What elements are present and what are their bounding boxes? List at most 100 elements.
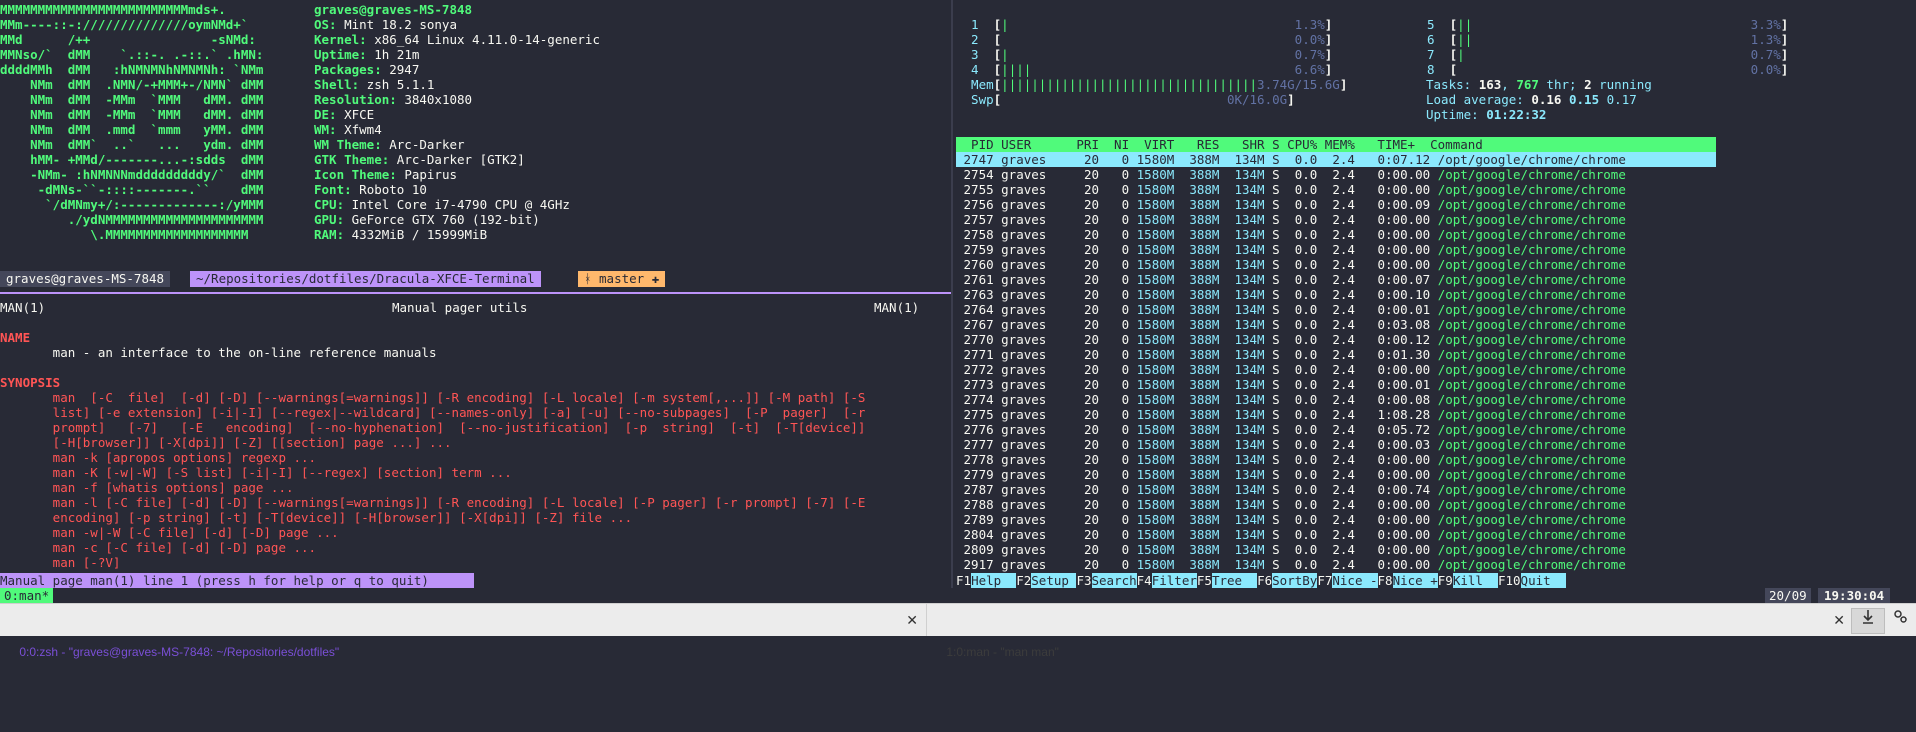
process-row[interactable]: 2755 graves 20 0 1580M 388M 134M S 0.0 2… [956, 182, 1626, 197]
neofetch-info-row: CPU: Intel Core i7-4790 CPU @ 4GHz [314, 197, 570, 212]
process-shr: 134M [1226, 437, 1273, 452]
process-row[interactable]: 2788 graves 20 0 1580M 388M 134M S 0.0 2… [956, 497, 1626, 512]
htop-pane[interactable]: 1 [| 1.3%] 2 [ 0.0%] 3 [| 0.7%] 4 [|||| … [956, 0, 1916, 588]
process-row[interactable]: 2758 graves 20 0 1580M 388M 134M S 0.0 2… [956, 227, 1626, 242]
process-ni: 0 [1106, 212, 1137, 227]
process-row[interactable]: 2917 graves 20 0 1580M 388M 134M S 0.0 2… [956, 557, 1626, 572]
process-cpu: 0.0 [1287, 467, 1325, 482]
man-pane[interactable]: MAN(1) Manual pager utils MAN(1) NAME ma… [0, 290, 950, 588]
process-shr: 134M [1226, 557, 1273, 572]
process-row[interactable]: 2747 graves 20 0 1580M 388M 134M S 0.0 2… [956, 152, 1626, 167]
close-icon[interactable]: ✕ [1833, 604, 1845, 636]
process-mem: 2.4 [1324, 377, 1363, 392]
cpu-meter-percent: 6.6% [1279, 62, 1325, 77]
process-shr: 134M [1226, 197, 1273, 212]
tasks-summary: Tasks: 163, 767 thr; 2 running [1426, 77, 1652, 92]
process-row[interactable]: 2804 graves 20 0 1580M 388M 134M S 0.0 2… [956, 527, 1626, 542]
process-row[interactable]: 2767 graves 20 0 1580M 388M 134M S 0.0 2… [956, 317, 1626, 332]
htop-fkey-f10[interactable]: F10Quit [1498, 573, 1566, 588]
close-icon[interactable]: ✕ [906, 604, 918, 636]
process-time: 0:00.03 [1362, 437, 1438, 452]
prompt-path: ~/Repositories/dotfiles/Dracula-XFCE-Ter… [190, 271, 541, 287]
process-virt: 1580M [1136, 242, 1182, 257]
fkey-number: F9 [1437, 573, 1453, 588]
uptime: Uptime: 01:22:32 [1426, 107, 1546, 122]
process-table-header[interactable]: PID USER PRI NI VIRT RES SHR S CPU% MEM%… [956, 137, 1716, 152]
process-row[interactable]: 2754 graves 20 0 1580M 388M 134M S 0.0 2… [956, 167, 1626, 182]
process-user: graves [1001, 467, 1077, 482]
process-cpu: 0.0 [1287, 242, 1325, 257]
cpu-meter-bar: | [1001, 47, 1280, 62]
process-row[interactable]: 2787 graves 20 0 1580M 388M 134M S 0.0 2… [956, 482, 1626, 497]
man-name-text: man - an interface to the on-line refere… [0, 345, 437, 360]
process-row[interactable]: 2772 graves 20 0 1580M 388M 134M S 0.0 2… [956, 362, 1626, 377]
tmux-window-tab[interactable]: 0:man* [0, 588, 54, 603]
htop-fkey-f4[interactable]: F4Filter [1137, 573, 1197, 588]
process-time: 0:00.00 [1362, 257, 1438, 272]
process-row[interactable]: 2756 graves 20 0 1580M 388M 134M S 0.0 2… [956, 197, 1626, 212]
process-row[interactable]: 2774 graves 20 0 1580M 388M 134M S 0.0 2… [956, 392, 1626, 407]
process-row[interactable]: 2771 graves 20 0 1580M 388M 134M S 0.0 2… [956, 347, 1626, 362]
cpu-meter-bracket-close: ] [1780, 47, 1789, 62]
htop-fkey-f1[interactable]: F1Help [956, 573, 1017, 588]
process-row[interactable]: 2778 graves 20 0 1580M 388M 134M S 0.0 2… [956, 452, 1626, 467]
neofetch-info-key: Uptime: [314, 47, 367, 62]
taskbar-item-man[interactable]: 1:0:man - "man man" ✕ [926, 604, 1853, 659]
cpu-meter-number: 4 [956, 62, 994, 77]
htop-fkey-f6[interactable]: F6SortBy [1257, 573, 1318, 588]
process-virt: 1580M [1136, 317, 1182, 332]
process-row[interactable]: 2757 graves 20 0 1580M 388M 134M S 0.0 2… [956, 212, 1626, 227]
neofetch-pane[interactable]: MMMMMMMMMMMMMMMMMMMMMMMMMmds+. MMm----::-… [0, 0, 950, 270]
process-shr: 134M [1226, 347, 1273, 362]
process-row[interactable]: 2760 graves 20 0 1580M 388M 134M S 0.0 2… [956, 257, 1626, 272]
process-row[interactable]: 2776 graves 20 0 1580M 388M 134M S 0.0 2… [956, 422, 1626, 437]
process-row[interactable]: 2775 graves 20 0 1580M 388M 134M S 0.0 2… [956, 407, 1626, 422]
process-cmd: /opt/google/chrome/chrome [1437, 557, 1626, 572]
pane-divider-vertical[interactable] [951, 0, 953, 588]
process-cmd: /opt/google/chrome/chrome [1437, 257, 1626, 272]
neofetch-info-key: OS: [314, 17, 337, 32]
process-row[interactable]: 2809 graves 20 0 1580M 388M 134M S 0.0 2… [956, 542, 1626, 557]
settings-icon[interactable] [1886, 608, 1914, 632]
process-mem: 2.4 [1324, 482, 1363, 497]
process-row[interactable]: 2770 graves 20 0 1580M 388M 134M S 0.0 2… [956, 332, 1626, 347]
process-row[interactable]: 2789 graves 20 0 1580M 388M 134M S 0.0 2… [956, 512, 1626, 527]
htop-fkey-f2[interactable]: F2Setup [1016, 573, 1077, 588]
cpu-meter-percent: 3.3% [1735, 17, 1781, 32]
process-pri: 20 [1076, 512, 1107, 527]
man-synopsis-line: man -l [-C file] [-d] [-D] [--warnings[=… [0, 495, 866, 510]
process-row[interactable]: 2779 graves 20 0 1580M 388M 134M S 0.0 2… [956, 467, 1626, 482]
process-ni: 0 [1106, 302, 1137, 317]
process-mem: 2.4 [1324, 347, 1363, 362]
process-row[interactable]: 2777 graves 20 0 1580M 388M 134M S 0.0 2… [956, 437, 1626, 452]
man-status-line: Manual page man(1) line 1 (press h for h… [0, 573, 474, 588]
process-row[interactable]: 2763 graves 20 0 1580M 388M 134M S 0.0 2… [956, 287, 1626, 302]
htop-fkey-f5[interactable]: F5Tree [1197, 573, 1258, 588]
process-ni: 0 [1106, 257, 1137, 272]
fkey-number: F1 [956, 573, 972, 588]
process-user: graves [1001, 527, 1077, 542]
taskbar-item-zsh[interactable]: 0:0:zsh - "graves@graves-MS-7848: ~/Repo… [0, 604, 926, 659]
htop-fkey-f9[interactable]: F9Kill [1438, 573, 1498, 588]
process-cmd: /opt/google/chrome/chrome [1437, 197, 1626, 212]
process-user: graves [1001, 302, 1077, 317]
htop-fkey-f8[interactable]: F8Nice + [1378, 573, 1438, 588]
process-row[interactable]: 2759 graves 20 0 1580M 388M 134M S 0.0 2… [956, 242, 1626, 257]
process-row[interactable]: 2764 graves 20 0 1580M 388M 134M S 0.0 2… [956, 302, 1626, 317]
process-shr: 134M [1226, 317, 1273, 332]
neofetch-info-value: Roboto 10 [351, 182, 427, 197]
process-shr: 134M [1226, 272, 1273, 287]
process-cmd: /opt/google/chrome/chrome [1437, 482, 1626, 497]
process-pri: 20 [1076, 422, 1107, 437]
htop-fkey-f7[interactable]: F7Nice - [1317, 573, 1378, 588]
process-ni: 0 [1106, 437, 1137, 452]
cpu-meter-bracket-close: ] [1324, 32, 1333, 47]
process-row[interactable]: 2773 graves 20 0 1580M 388M 134M S 0.0 2… [956, 377, 1626, 392]
process-row[interactable]: 2761 graves 20 0 1580M 388M 134M S 0.0 2… [956, 272, 1626, 287]
memory-meter-value: 3.74G/15.6G [1257, 77, 1340, 92]
process-time: 0:00.00 [1362, 212, 1438, 227]
load-sep [1561, 92, 1569, 107]
htop-fkey-f3[interactable]: F3Search [1076, 573, 1137, 588]
download-icon[interactable] [1851, 608, 1885, 634]
process-pid: 2770 [956, 332, 1002, 347]
